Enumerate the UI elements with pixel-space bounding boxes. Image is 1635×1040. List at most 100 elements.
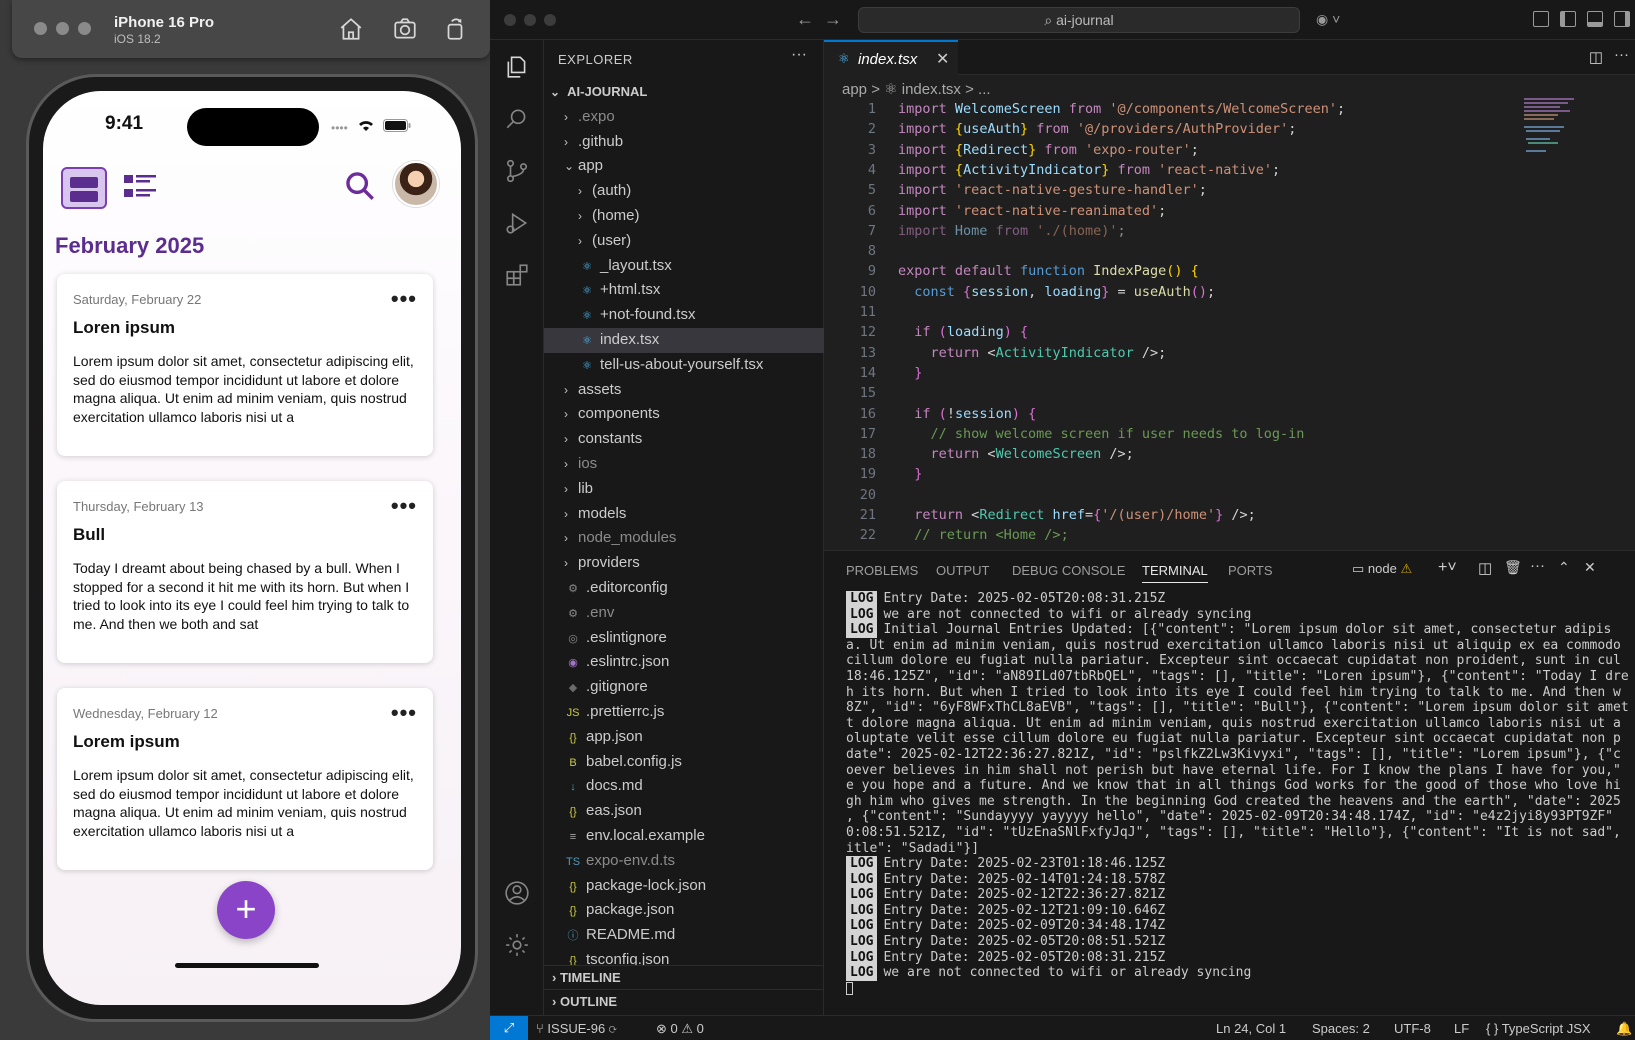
tree-file[interactable]: ≡ env.local.example [544,824,824,849]
outline-section[interactable]: › OUTLINE [544,989,824,1013]
problems-indicator[interactable]: ⊗ 0 ⚠ 0 [656,1021,704,1037]
journal-entry-card[interactable]: Wednesday, February 12 ••• Lorem ipsum L… [57,688,433,870]
tab-problems[interactable]: PROBLEMS [846,563,918,578]
tree-folder[interactable]: › assets [544,378,824,403]
kill-terminal-icon[interactable]: 🗑 [1504,559,1522,576]
tab-debug-console[interactable]: DEBUG CONSOLE [1012,563,1125,578]
tree-file[interactable]: Bbabel.config.js [544,750,824,775]
tree-folder[interactable]: › lib [544,477,824,502]
more-options-icon[interactable]: ••• [391,493,417,519]
more-actions-icon[interactable]: ··· [1614,46,1629,63]
tree-file[interactable]: {} package.json [544,898,824,923]
tree-file[interactable]: ⚛ index.tsx [544,327,824,353]
notifications-bell-icon[interactable]: 🔔 [1616,1021,1632,1037]
minimize-window-button[interactable] [56,22,69,35]
toggle-primary-sidebar-icon[interactable] [1560,11,1576,27]
journal-entry-card[interactable]: Thursday, February 13 ••• Bull Today I d… [57,481,433,663]
line-ending[interactable]: LF [1454,1021,1469,1036]
tree-file[interactable]: ⚛ _layout.tsx [544,254,824,279]
terminal-output[interactable]: LOG Entry Date: 2025-02-05T20:08:31.215Z L… [846,591,1635,1011]
forward-arrow-icon[interactable]: → [824,9,842,30]
copilot-icon[interactable]: ◉ ˅ [1316,11,1340,28]
encoding[interactable]: UTF-8 [1394,1021,1431,1036]
toggle-panel-icon[interactable] [1587,11,1603,27]
zoom-window-button[interactable] [544,14,556,26]
search-icon[interactable] [343,169,377,203]
screenshot-icon[interactable] [392,16,418,42]
close-window-button[interactable] [34,22,47,35]
maximize-panel-icon[interactable]: ⌃ [1558,559,1570,576]
run-and-debug-icon[interactable] [504,210,530,236]
split-editor-icon[interactable]: ◫ [1589,48,1603,66]
tree-folder[interactable]: ⌄ app [544,154,824,179]
minimize-window-button[interactable] [524,14,536,26]
terminal-shell-selector[interactable]: ▭ node ⚠ [1352,561,1412,577]
more-options-icon[interactable]: ••• [391,286,417,312]
tree-folder[interactable]: › providers [544,551,824,576]
tree-file[interactable]: ⚙ .editorconfig [544,576,824,601]
more-options-icon[interactable]: ••• [391,700,417,726]
extensions-icon[interactable] [504,262,530,288]
tree-file[interactable]: {} tsconfig.json [544,948,824,965]
rotate-icon[interactable] [442,16,468,42]
language-mode[interactable]: { } TypeScript JSX [1486,1021,1591,1036]
tree-folder[interactable]: › ios [544,452,824,477]
search-icon[interactable] [504,106,530,132]
tree-file[interactable]: ⚛ tell-us-about-yourself.tsx [544,353,824,378]
tree-folder[interactable]: › components [544,402,824,427]
tab-terminal[interactable]: TERMINAL [1142,563,1208,583]
tree-file[interactable]: ↓ docs.md [544,774,824,799]
journal-entry-card[interactable]: Saturday, February 22 ••• Loren ipsum Lo… [57,274,433,456]
close-tab-icon[interactable]: ✕ [936,49,949,69]
remote-indicator-icon[interactable]: ⤢ [490,1016,528,1040]
indentation[interactable]: Spaces: 2 [1312,1021,1370,1036]
more-actions-icon[interactable]: ··· [1530,557,1545,574]
zoom-window-button[interactable] [78,22,91,35]
source-control-icon[interactable] [504,158,530,184]
back-arrow-icon[interactable]: ← [796,9,814,30]
cursor-position[interactable]: Ln 24, Col 1 [1216,1021,1286,1036]
manage-gear-icon[interactable] [504,932,530,958]
tree-file[interactable]: ⚛ +not-found.tsx [544,303,824,328]
card-view-toggle[interactable] [61,167,107,209]
tree-folder[interactable]: › models [544,502,824,527]
tab-ports[interactable]: PORTS [1228,563,1273,578]
tree-file[interactable]: ⓘ README.md [544,923,824,948]
tree-file[interactable]: ⚙ .env [544,601,824,626]
home-icon[interactable] [338,16,364,42]
tree-folder[interactable]: › (user) [544,229,824,254]
tree-file[interactable]: ⚛ +html.tsx [544,278,824,303]
tree-file[interactable]: {} eas.json [544,799,824,824]
tree-folder[interactable]: › .github [544,130,824,155]
split-terminal-icon[interactable]: ◫ [1478,559,1492,577]
explorer-icon[interactable] [504,54,530,80]
close-panel-icon[interactable]: ✕ [1584,559,1596,576]
tree-file[interactable]: {} package-lock.json [544,874,824,899]
close-window-button[interactable] [504,14,516,26]
command-center-search[interactable]: ⌕ ai-journal [858,7,1300,33]
tree-file[interactable]: TS expo-env.d.ts [544,849,824,874]
tree-folder[interactable]: › node_modules [544,526,824,551]
branch-indicator[interactable]: ⑂ ISSUE-96 ⟳ [536,1021,617,1036]
home-indicator[interactable] [175,963,319,968]
toggle-secondary-sidebar-icon[interactable] [1614,11,1630,27]
project-root[interactable]: ⌄ AI-JOURNAL [544,80,824,105]
tab-index-tsx[interactable]: ⚛ index.tsx ✕ [824,40,958,75]
list-view-toggle[interactable] [123,171,159,203]
add-entry-button[interactable]: + [217,881,275,939]
customize-layout-icon[interactable] [1533,11,1549,27]
tab-output[interactable]: OUTPUT [936,563,989,578]
tree-file[interactable]: ◆ .gitignore [544,675,824,700]
tree-file[interactable]: JS .prettierrc.js [544,700,824,725]
tree-folder[interactable]: › (home) [544,204,824,229]
tree-folder[interactable]: › constants [544,427,824,452]
tree-folder[interactable]: › (auth) [544,179,824,204]
tree-file[interactable]: ◉ .eslintrc.json [544,650,824,675]
new-terminal-icon[interactable]: +˅ [1438,559,1457,577]
tree-file[interactable]: {} app.json [544,725,824,750]
tree-folder[interactable]: › .expo [544,105,824,130]
breadcrumb[interactable]: app > ⚛ index.tsx > ... [842,80,991,98]
minimap[interactable] [1524,98,1604,158]
tree-file[interactable]: ◎ .eslintignore [544,626,824,651]
avatar[interactable] [393,161,439,207]
